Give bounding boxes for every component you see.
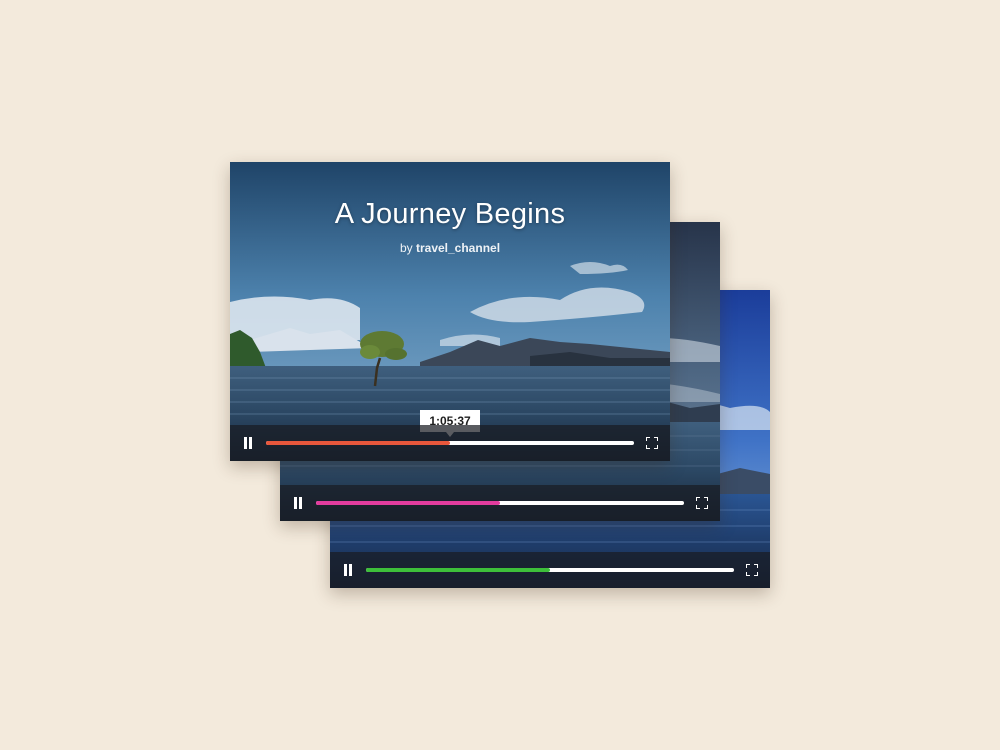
pause-icon[interactable] (343, 564, 353, 576)
fullscreen-icon[interactable] (696, 497, 708, 509)
fullscreen-icon[interactable] (746, 564, 758, 576)
control-bar (330, 552, 770, 588)
byline-prefix: by (399, 241, 413, 255)
pause-icon[interactable] (293, 497, 303, 509)
control-bar (230, 425, 670, 461)
progress-track[interactable] (316, 501, 684, 505)
video-title: A Journey Begins (334, 198, 566, 230)
channel-link[interactable]: travel_channel (416, 241, 500, 255)
byline: by travel_channel (230, 241, 670, 255)
pause-icon[interactable] (243, 437, 253, 449)
progress-track[interactable] (366, 568, 734, 572)
progress-fill (316, 501, 500, 505)
control-bar (280, 485, 720, 521)
progress-fill (366, 568, 550, 572)
progress-fill (266, 441, 450, 445)
video-player-front[interactable]: A Journey Begins by travel_channel 1:05:… (230, 162, 670, 461)
fullscreen-icon[interactable] (646, 437, 658, 449)
progress-track[interactable] (266, 441, 634, 445)
title-overlay: A Journey Begins by travel_channel (230, 198, 670, 255)
